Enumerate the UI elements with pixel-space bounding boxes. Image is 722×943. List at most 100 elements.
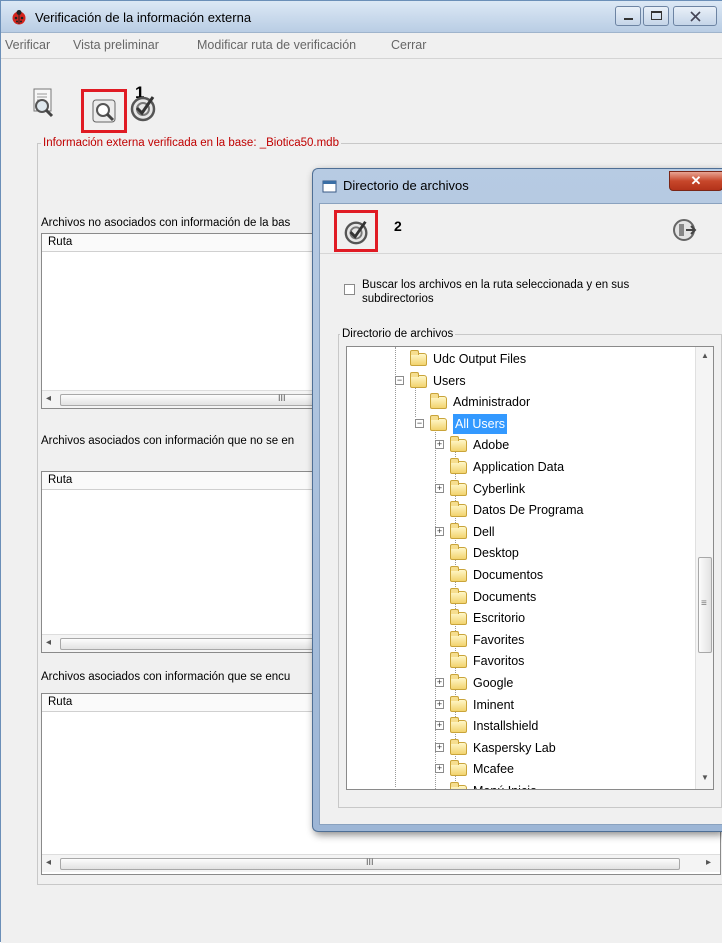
tree-node-label: Kaspersky Lab — [473, 740, 556, 755]
tree-node-label: Datos De Programa — [473, 503, 584, 518]
expand-icon[interactable]: + — [435, 721, 444, 731]
toolbar: 1 — [1, 59, 722, 137]
expand-icon[interactable]: + — [435, 678, 444, 687]
tree-node-label: Dell — [473, 524, 495, 539]
scroll-grip-icon: III — [278, 393, 286, 403]
scroll-right-icon[interactable]: ▸ — [706, 857, 711, 868]
section-3-label: Archivos asociados con información que s… — [41, 671, 291, 683]
exit-door-icon[interactable] — [672, 218, 698, 242]
close-button[interactable] — [673, 6, 717, 26]
close-icon — [690, 11, 701, 22]
close-icon: ✕ — [690, 173, 702, 188]
subdirectories-label: Buscar los archivos en la ruta seleccion… — [362, 279, 630, 305]
check-target-icon[interactable] — [129, 93, 163, 127]
tree-node-label: Mcafee — [473, 762, 514, 777]
menu-vista-preliminar[interactable]: Vista preliminar — [73, 38, 159, 52]
menu-bar: Verificar Vista preliminar Modificar rut… — [1, 33, 722, 59]
folder-icon — [450, 630, 467, 647]
scroll-up-icon[interactable]: ▲ — [701, 351, 709, 360]
folder-icon — [450, 544, 467, 561]
tree-node-label: Administrador — [453, 395, 531, 410]
vertical-scrollbar[interactable]: ▲ ≡ ▼ — [695, 347, 713, 789]
folder-icon — [450, 587, 467, 604]
tree-node-label: Google — [473, 676, 514, 690]
tree-node-label: Escritorio — [473, 611, 526, 626]
section-1-label: Archivos no asociados con información de… — [41, 217, 291, 229]
tree-node-label: Adobe — [473, 438, 510, 453]
dialog-body: 2 Buscar los archivos en la ruta selecci… — [319, 203, 722, 825]
tree-node-label: Favoritos — [473, 654, 525, 669]
folder-icon — [450, 609, 467, 626]
directory-dialog: Directorio de archivos ✕ 2 Buscar los ar… — [312, 168, 722, 832]
tree-node-label: Favorites — [473, 632, 525, 647]
subdirectories-checkbox[interactable] — [344, 284, 355, 295]
tree-node-label: Iminent — [473, 697, 514, 712]
tree-node-label: All Users — [453, 413, 508, 434]
scroll-left-icon[interactable]: ◂ — [46, 393, 51, 404]
expand-icon[interactable]: + — [435, 526, 444, 536]
folder-icon — [450, 717, 467, 734]
folder-icon — [450, 760, 467, 777]
group-label: Información externa verificada en la bas… — [41, 137, 341, 149]
folder-icon — [450, 522, 467, 539]
dialog-title: Directorio de archivos — [343, 178, 469, 193]
dialog-close-button[interactable]: ✕ — [669, 171, 722, 191]
folder-icon — [450, 738, 467, 755]
menu-modificar-ruta[interactable]: Modificar ruta de verificación — [197, 38, 356, 52]
preview-magnifier-icon[interactable] — [27, 85, 61, 119]
folder-window-icon — [322, 180, 337, 193]
collapse-icon[interactable]: − — [395, 375, 404, 385]
folder-icon — [450, 652, 467, 669]
scroll-left-icon[interactable]: ◂ — [46, 637, 51, 648]
tree-node-label: Menú Inicio — [473, 781, 537, 789]
scroll-down-icon[interactable]: ▼ — [701, 773, 709, 782]
folder-icon — [450, 436, 467, 453]
ladybug-app-icon — [12, 10, 26, 25]
scroll-thumb[interactable]: ≡ — [698, 557, 712, 653]
folder-icon — [450, 566, 467, 582]
expand-icon[interactable]: + — [435, 699, 444, 709]
scroll-grip-icon: ≡ — [701, 598, 707, 609]
tree-node-label: Documents — [473, 589, 537, 604]
horizontal-scrollbar[interactable]: ◂ III ▸ — [42, 854, 720, 872]
accept-button-highlight[interactable] — [334, 210, 378, 252]
folder-icon — [430, 414, 447, 431]
folder-icon — [450, 479, 467, 496]
title-bar[interactable]: Verificación de la información externa — [1, 1, 722, 33]
folder-icon — [450, 782, 467, 789]
folder-icon — [450, 501, 467, 518]
menu-cerrar[interactable]: Cerrar — [391, 38, 426, 52]
folder-icon — [430, 393, 447, 410]
scroll-left-icon[interactable]: ◂ — [46, 857, 51, 868]
expand-icon[interactable]: + — [435, 483, 444, 493]
folder-icon — [450, 674, 467, 690]
expand-icon[interactable]: + — [435, 764, 444, 774]
collapse-icon[interactable]: − — [415, 418, 424, 428]
scroll-grip-icon: III — [366, 857, 374, 867]
step-number-2: 2 — [394, 218, 402, 234]
expand-icon[interactable]: + — [435, 742, 444, 752]
maximize-button[interactable] — [643, 6, 669, 26]
directory-tree[interactable]: Udc Output Files − Users Administrador − All … — [346, 346, 714, 790]
dialog-toolbar: 2 — [320, 204, 722, 254]
folder-icon — [450, 458, 467, 474]
tree-guide-line — [395, 347, 396, 787]
tree-guide-line — [415, 387, 416, 417]
tree-node-label: Installshield — [473, 719, 539, 734]
window-title: Verificación de la información externa — [35, 10, 252, 25]
tree-node-label: Cyberlink — [473, 481, 526, 496]
folder-icon — [410, 350, 427, 366]
folder-icon — [450, 695, 467, 712]
tree-node-label: Users — [433, 373, 466, 388]
section-2-label: Archivos asociados con información que n… — [41, 435, 295, 447]
tree-node-label: Documentos — [473, 568, 544, 582]
tree-node-label: Desktop — [473, 546, 519, 561]
verify-button-highlight[interactable] — [81, 89, 127, 133]
tree-node-label: Udc Output Files — [433, 352, 527, 366]
tree-group-label: Directorio de archivos — [340, 328, 456, 340]
verify-search-icon — [92, 99, 116, 123]
menu-verificar[interactable]: Verificar — [5, 38, 50, 52]
minimize-button[interactable] — [615, 6, 641, 26]
check-target-icon — [344, 220, 368, 245]
expand-icon[interactable]: + — [435, 440, 444, 450]
